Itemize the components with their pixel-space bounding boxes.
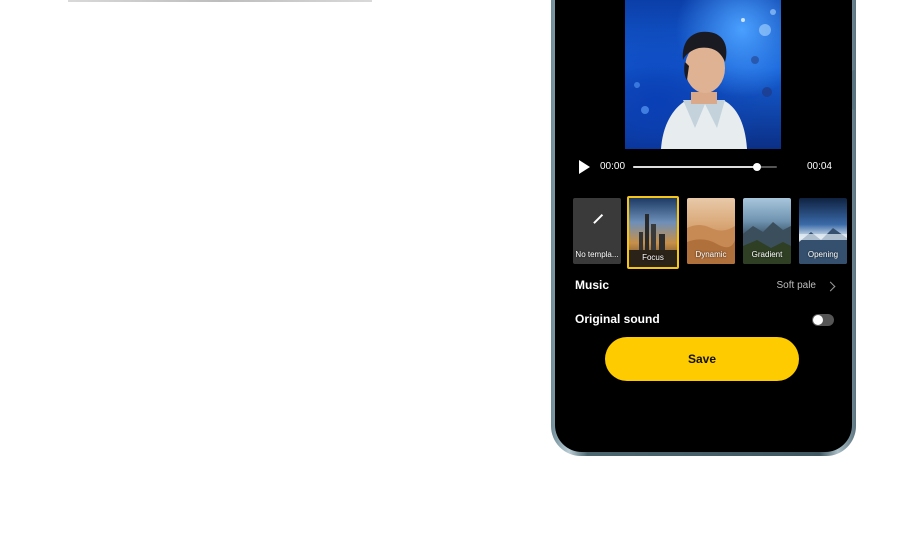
no-template-icon (593, 213, 603, 224)
video-frame-image (634, 9, 776, 149)
video-preview[interactable] (625, 0, 781, 149)
phone-device: 00:00 00:04 No templa... Focus Dynamic G… (551, 0, 856, 456)
decorative-divider (68, 0, 372, 2)
phone-side-button (852, 70, 856, 110)
template-label: Gradient (751, 250, 783, 259)
music-value: Soft pale (776, 280, 816, 291)
toggle-knob (813, 315, 823, 325)
original-sound-toggle[interactable] (812, 314, 834, 326)
seek-progress (633, 166, 757, 168)
total-time: 00:04 (806, 161, 832, 172)
music-row[interactable]: Music Soft pale (575, 278, 836, 296)
template-gradient[interactable]: Gradient (743, 198, 791, 264)
current-time: 00:00 (600, 161, 626, 172)
seek-handle[interactable] (752, 163, 761, 171)
original-sound-label: Original sound (575, 312, 660, 326)
template-none[interactable]: No templa... (573, 198, 621, 264)
phone-screen: 00:00 00:04 No templa... Focus Dynamic G… (555, 0, 852, 452)
template-dynamic[interactable]: Dynamic (687, 198, 735, 264)
template-label: Dynamic (695, 250, 727, 259)
chevron-right-icon (825, 281, 836, 292)
music-label: Music (575, 278, 610, 292)
template-label: Opening (807, 250, 839, 259)
save-button[interactable]: Save (605, 337, 799, 381)
template-label: No templa... (575, 250, 619, 259)
playback-bar: 00:00 00:04 (575, 158, 832, 176)
template-label: Focus (642, 253, 664, 262)
template-focus[interactable]: Focus (627, 196, 679, 269)
template-opening[interactable]: Opening (799, 198, 847, 264)
original-sound-row: Original sound (575, 312, 834, 330)
template-carousel[interactable]: No templa... Focus Dynamic Gradient Open… (573, 196, 852, 269)
play-icon[interactable] (579, 160, 590, 174)
seek-slider[interactable] (633, 163, 777, 171)
